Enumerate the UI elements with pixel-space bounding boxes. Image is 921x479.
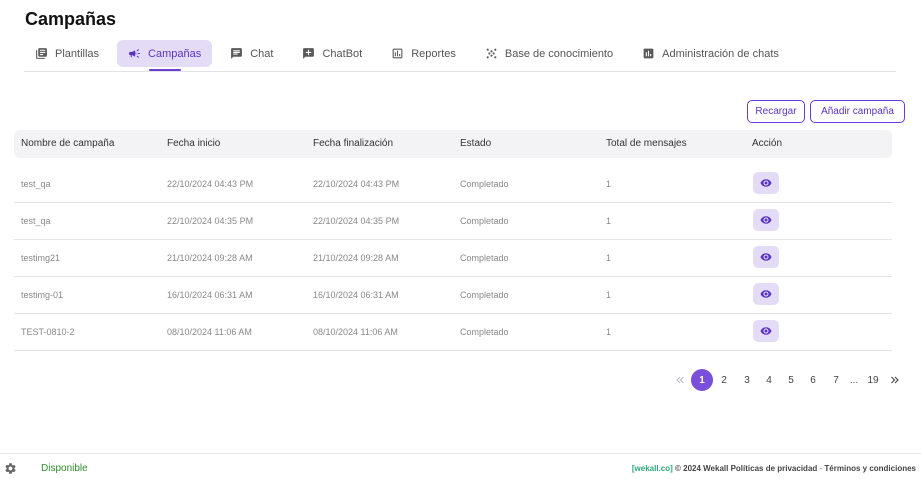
column-header-end: Fecha finalización bbox=[313, 138, 394, 149]
page-4[interactable]: 4 bbox=[763, 369, 775, 391]
page-title: Campañas bbox=[25, 9, 117, 29]
tab-label: Reportes bbox=[411, 47, 456, 60]
page-1[interactable]: 1 bbox=[691, 369, 713, 391]
cell-start: 08/10/2024 11:06 AM bbox=[167, 327, 252, 337]
cell-start: 16/10/2024 06:31 AM bbox=[167, 290, 253, 300]
table-header: Nombre de campaña Fecha inicio Fecha fin… bbox=[14, 130, 892, 158]
double-chevron-right-icon bbox=[891, 376, 899, 384]
dots-pattern-icon bbox=[486, 48, 497, 59]
tab-chat[interactable]: Chat bbox=[219, 40, 284, 67]
column-header-name: Nombre de campaña bbox=[21, 138, 115, 149]
chart-icon bbox=[392, 48, 403, 59]
terms-link[interactable]: Términos y condiciones bbox=[824, 464, 916, 473]
add-campaign-button[interactable]: Añadir campaña bbox=[810, 100, 905, 123]
eye-icon bbox=[760, 179, 772, 187]
footer-links: [wekall.co] © 2024 Wekall Políticas de p… bbox=[632, 464, 916, 473]
tab-label: Chat bbox=[250, 47, 274, 60]
page-5[interactable]: 5 bbox=[785, 369, 797, 391]
chatbot-icon bbox=[303, 48, 315, 59]
cell-name: testimg-01 bbox=[21, 290, 64, 300]
tab-label: Campañas bbox=[148, 47, 202, 60]
cell-start: 21/10/2024 09:28 AM bbox=[167, 253, 253, 263]
reload-button[interactable]: Recargar bbox=[747, 100, 805, 123]
availability-status[interactable]: Disponible bbox=[41, 463, 88, 474]
tab-administracion-de-chats[interactable]: Administración de chats bbox=[631, 40, 790, 67]
tab-label: Base de conocimiento bbox=[504, 47, 614, 60]
tab-base-de-conocimiento[interactable]: Base de conocimiento bbox=[474, 40, 624, 67]
copyright: © 2024 Wekall bbox=[675, 464, 729, 473]
cell-name: test_qa bbox=[21, 179, 51, 189]
cell-name: test_qa bbox=[21, 216, 51, 226]
cell-total: 1 bbox=[606, 216, 612, 226]
tab-chatbot[interactable]: ChatBot bbox=[291, 40, 373, 67]
library-icon bbox=[36, 48, 47, 59]
tab-label: Plantillas bbox=[55, 47, 100, 60]
megaphone-icon bbox=[129, 49, 140, 58]
tab-label: ChatBot bbox=[322, 47, 363, 60]
view-campaign-button[interactable] bbox=[753, 320, 779, 342]
view-campaign-button[interactable] bbox=[753, 209, 779, 231]
admin-chart-icon bbox=[643, 48, 654, 59]
double-chevron-left-icon bbox=[676, 376, 684, 384]
table-row: test_qa 22/10/2024 04:35 PM 22/10/2024 0… bbox=[14, 203, 892, 240]
tab-label: Administración de chats bbox=[662, 47, 779, 60]
cell-status: Completado bbox=[460, 216, 509, 226]
column-header-action: Acción bbox=[752, 138, 783, 149]
tab-reportes[interactable]: Reportes bbox=[380, 40, 467, 67]
view-campaign-button[interactable] bbox=[753, 246, 779, 268]
last-page-button[interactable] bbox=[887, 369, 903, 391]
cell-status: Completado bbox=[460, 327, 509, 337]
eye-icon bbox=[760, 253, 772, 261]
column-header-start: Fecha inicio bbox=[167, 138, 221, 149]
cell-name: TEST-0810-2 bbox=[21, 327, 75, 337]
cell-total: 1 bbox=[606, 179, 612, 189]
table-row: test_qa 22/10/2024 04:43 PM 22/10/2024 0… bbox=[14, 166, 892, 203]
column-header-status: Estado bbox=[460, 138, 492, 149]
cell-start: 22/10/2024 04:35 PM bbox=[167, 216, 254, 226]
privacy-link[interactable]: Políticas de privacidad bbox=[731, 464, 818, 473]
pagination-ellipsis: ... bbox=[849, 374, 859, 386]
eye-icon bbox=[760, 216, 772, 224]
page-2[interactable]: 2 bbox=[718, 369, 730, 391]
page-last[interactable]: 19 bbox=[864, 369, 882, 391]
table-row: testimg21 21/10/2024 09:28 AM 21/10/2024… bbox=[14, 240, 892, 277]
view-campaign-button[interactable] bbox=[753, 172, 779, 194]
cell-end: 22/10/2024 04:35 PM bbox=[313, 216, 400, 226]
tab-campanas[interactable]: Campañas bbox=[117, 40, 213, 71]
cell-status: Completado bbox=[460, 290, 509, 300]
cell-start: 22/10/2024 04:43 PM bbox=[167, 179, 254, 189]
chat-icon bbox=[231, 48, 243, 59]
first-page-button[interactable] bbox=[672, 369, 688, 391]
footer-separator: - bbox=[819, 464, 823, 473]
cell-name: testimg21 bbox=[21, 253, 61, 263]
eye-icon bbox=[760, 327, 772, 335]
tab-plantillas[interactable]: Plantillas bbox=[24, 40, 110, 67]
table-row: TEST-0810-2 08/10/2024 11:06 AM 08/10/20… bbox=[14, 314, 892, 351]
cell-end: 16/10/2024 06:31 AM bbox=[313, 290, 399, 300]
view-campaign-button[interactable] bbox=[753, 283, 779, 305]
cell-end: 08/10/2024 11:06 AM bbox=[313, 327, 398, 337]
page-3[interactable]: 3 bbox=[741, 369, 753, 391]
footer: Disponible [wekall.co] © 2024 Wekall Pol… bbox=[0, 453, 921, 479]
page-7[interactable]: 7 bbox=[830, 369, 842, 391]
cell-end: 22/10/2024 04:43 PM bbox=[313, 179, 400, 189]
brand-logo: [wekall.co] bbox=[631, 464, 673, 473]
cell-status: Completado bbox=[460, 253, 509, 263]
main-tabs: Plantillas Campañas Chat ChatBot Reporte… bbox=[24, 40, 896, 72]
cell-end: 21/10/2024 09:28 AM bbox=[313, 253, 399, 263]
cell-total: 1 bbox=[606, 327, 612, 337]
table-row: testimg-01 16/10/2024 06:31 AM 16/10/202… bbox=[14, 277, 892, 314]
cell-status: Completado bbox=[460, 179, 509, 189]
gear-icon[interactable] bbox=[4, 462, 17, 475]
eye-icon bbox=[760, 290, 772, 298]
page-6[interactable]: 6 bbox=[807, 369, 819, 391]
cell-total: 1 bbox=[606, 290, 612, 300]
cell-total: 1 bbox=[606, 253, 612, 263]
column-header-total: Total de mensajes bbox=[606, 138, 687, 149]
